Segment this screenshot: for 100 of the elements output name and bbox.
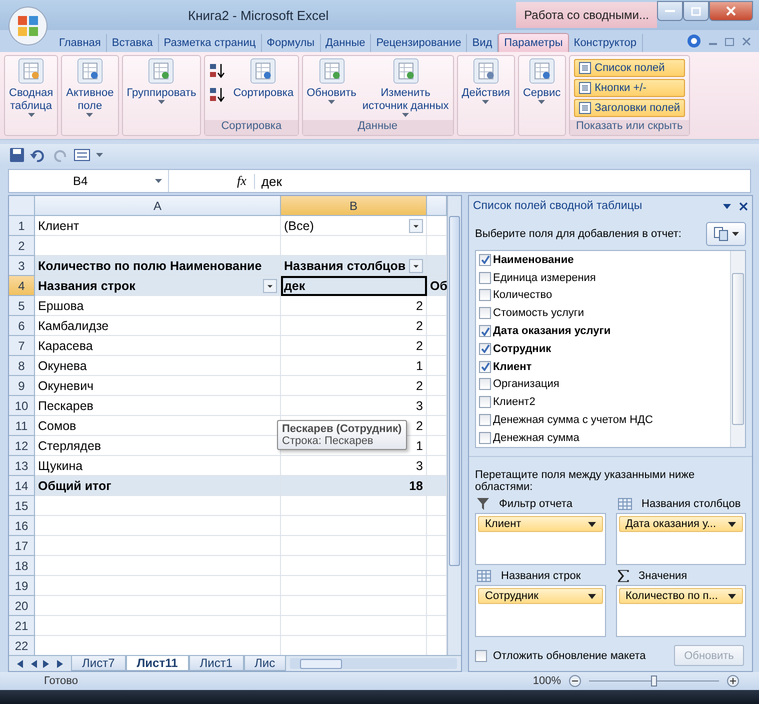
caret-icon	[732, 232, 738, 236]
ribbon-button[interactable]: Обновить	[304, 58, 358, 118]
list-icon	[578, 102, 591, 114]
zoom-in-icon[interactable]	[727, 675, 739, 687]
row-header[interactable]: 8	[9, 356, 35, 376]
zoom-out-icon[interactable]	[569, 675, 581, 687]
column-header[interactable]: A	[35, 196, 281, 216]
row-header[interactable]: 14	[9, 476, 35, 496]
row-header[interactable]: 19	[9, 576, 35, 596]
toggle-button[interactable]: Кнопки +/-	[574, 79, 686, 97]
table-cell: 18	[281, 476, 427, 496]
table-icon	[76, 58, 103, 84]
table-icon	[318, 58, 344, 84]
undo-icon[interactable]	[30, 148, 46, 162]
table-icon	[18, 58, 44, 84]
toggle-button[interactable]: Список полей	[574, 59, 686, 77]
drop-area[interactable]: Сотрудник	[475, 585, 606, 637]
row-header[interactable]: 3	[9, 256, 35, 276]
checkbox[interactable]	[479, 414, 491, 426]
maximize-button[interactable]	[683, 1, 709, 21]
field-label: Денежная сумма	[493, 432, 580, 444]
table-cell: 1	[281, 356, 427, 376]
row-header[interactable]: 5	[9, 296, 35, 316]
checkbox[interactable]	[475, 650, 487, 662]
ribbon-button[interactable]: Сортировка	[231, 58, 296, 118]
column-header[interactable]: B	[281, 196, 427, 216]
checkbox[interactable]	[479, 396, 491, 408]
checkbox[interactable]	[479, 289, 491, 302]
row-header[interactable]: 18	[9, 556, 35, 576]
ribbon-button[interactable]: Изменить источник данных	[360, 58, 451, 118]
field-chip[interactable]: Клиент	[478, 516, 602, 532]
field-chip[interactable]: Количество по п...	[618, 588, 743, 604]
row-header[interactable]: 16	[9, 516, 35, 536]
drop-area[interactable]: Дата оказания у...	[616, 513, 746, 565]
table-cell: Камбалидзе	[35, 316, 281, 336]
row-header[interactable]: 15	[9, 496, 35, 516]
row-header[interactable]: 11	[9, 416, 35, 436]
row-header[interactable]: 6	[9, 316, 35, 336]
zoom-slider[interactable]	[589, 675, 719, 687]
checkbox[interactable]	[479, 325, 491, 338]
table-cell: Об	[427, 276, 447, 296]
field-label: Сотрудник	[493, 342, 552, 355]
checkbox[interactable]	[479, 307, 491, 320]
toggle-button[interactable]: Заголовки полей	[574, 99, 686, 117]
field-label: Денежная сумма с учетом НДС	[493, 414, 653, 426]
sheet-tab[interactable]: Лист11	[126, 656, 189, 671]
field-chip[interactable]: Сотрудник	[478, 588, 602, 604]
ribbon-tab[interactable]: Параметры	[498, 33, 569, 52]
sort-ascending-button[interactable]	[209, 62, 228, 80]
caret-icon	[155, 179, 162, 183]
checkbox[interactable]	[479, 360, 491, 373]
row-header[interactable]: 21	[9, 616, 35, 636]
help-icon[interactable]	[687, 34, 701, 48]
group-label: Показать или скрыть	[570, 120, 690, 135]
checkbox[interactable]	[479, 272, 491, 284]
name-box[interactable]: B4	[9, 170, 169, 192]
field-label: Дата оказания услуги	[493, 325, 611, 338]
sheet-tab[interactable]: Лист7	[71, 656, 126, 671]
dropdown-icon[interactable]	[409, 258, 423, 272]
sheet-tab[interactable]: Лис	[244, 656, 286, 671]
field-label: Наименование	[493, 254, 574, 266]
checkbox[interactable]	[479, 432, 491, 444]
close-icon[interactable]	[739, 202, 748, 210]
row-header[interactable]: 17	[9, 536, 35, 556]
sort-descending-button[interactable]	[209, 86, 228, 104]
row-header[interactable]: 9	[9, 376, 35, 396]
dropdown-icon[interactable]	[263, 278, 277, 292]
checkbox[interactable]	[479, 254, 491, 266]
field-chip[interactable]: Дата оказания у...	[618, 516, 743, 532]
drop-area[interactable]: Клиент	[475, 513, 606, 565]
dropdown-icon[interactable]	[409, 218, 423, 232]
drop-area[interactable]: Количество по п...	[616, 585, 746, 637]
save-icon[interactable]	[10, 148, 24, 162]
row-header[interactable]: 4	[9, 276, 35, 296]
row-header[interactable]: 10	[9, 396, 35, 416]
field-label: Стоимость услуги	[493, 307, 584, 320]
row-header[interactable]: 22	[9, 636, 35, 655]
row-header[interactable]: 2	[9, 236, 35, 256]
row-header[interactable]: 1	[9, 216, 35, 236]
layout-button[interactable]	[706, 222, 746, 246]
row-header[interactable]: 20	[9, 596, 35, 616]
scroll-thumb[interactable]	[732, 273, 744, 425]
close-button[interactable]	[709, 1, 753, 21]
group-label: Сортировка	[205, 120, 298, 135]
dropdown-icon[interactable]	[723, 204, 731, 208]
row-header[interactable]: 7	[9, 336, 35, 356]
row-header[interactable]: 13	[9, 456, 35, 476]
scroll-thumb[interactable]	[300, 658, 342, 668]
row-header[interactable]: 12	[9, 436, 35, 456]
scroll-thumb[interactable]	[449, 216, 460, 566]
formula-field[interactable]: дек	[254, 174, 282, 188]
chip-label: Сотрудник	[485, 590, 538, 602]
sheet-tab[interactable]: Лист1	[188, 656, 244, 671]
form-icon[interactable]	[74, 149, 90, 161]
checkbox[interactable]	[479, 378, 491, 390]
checkbox[interactable]	[479, 342, 491, 355]
field-label: Единица измерения	[493, 272, 596, 284]
minimize-button[interactable]	[657, 1, 683, 21]
area-label: Названия строк	[501, 570, 581, 582]
insert-function-button[interactable]: fx	[229, 173, 254, 189]
